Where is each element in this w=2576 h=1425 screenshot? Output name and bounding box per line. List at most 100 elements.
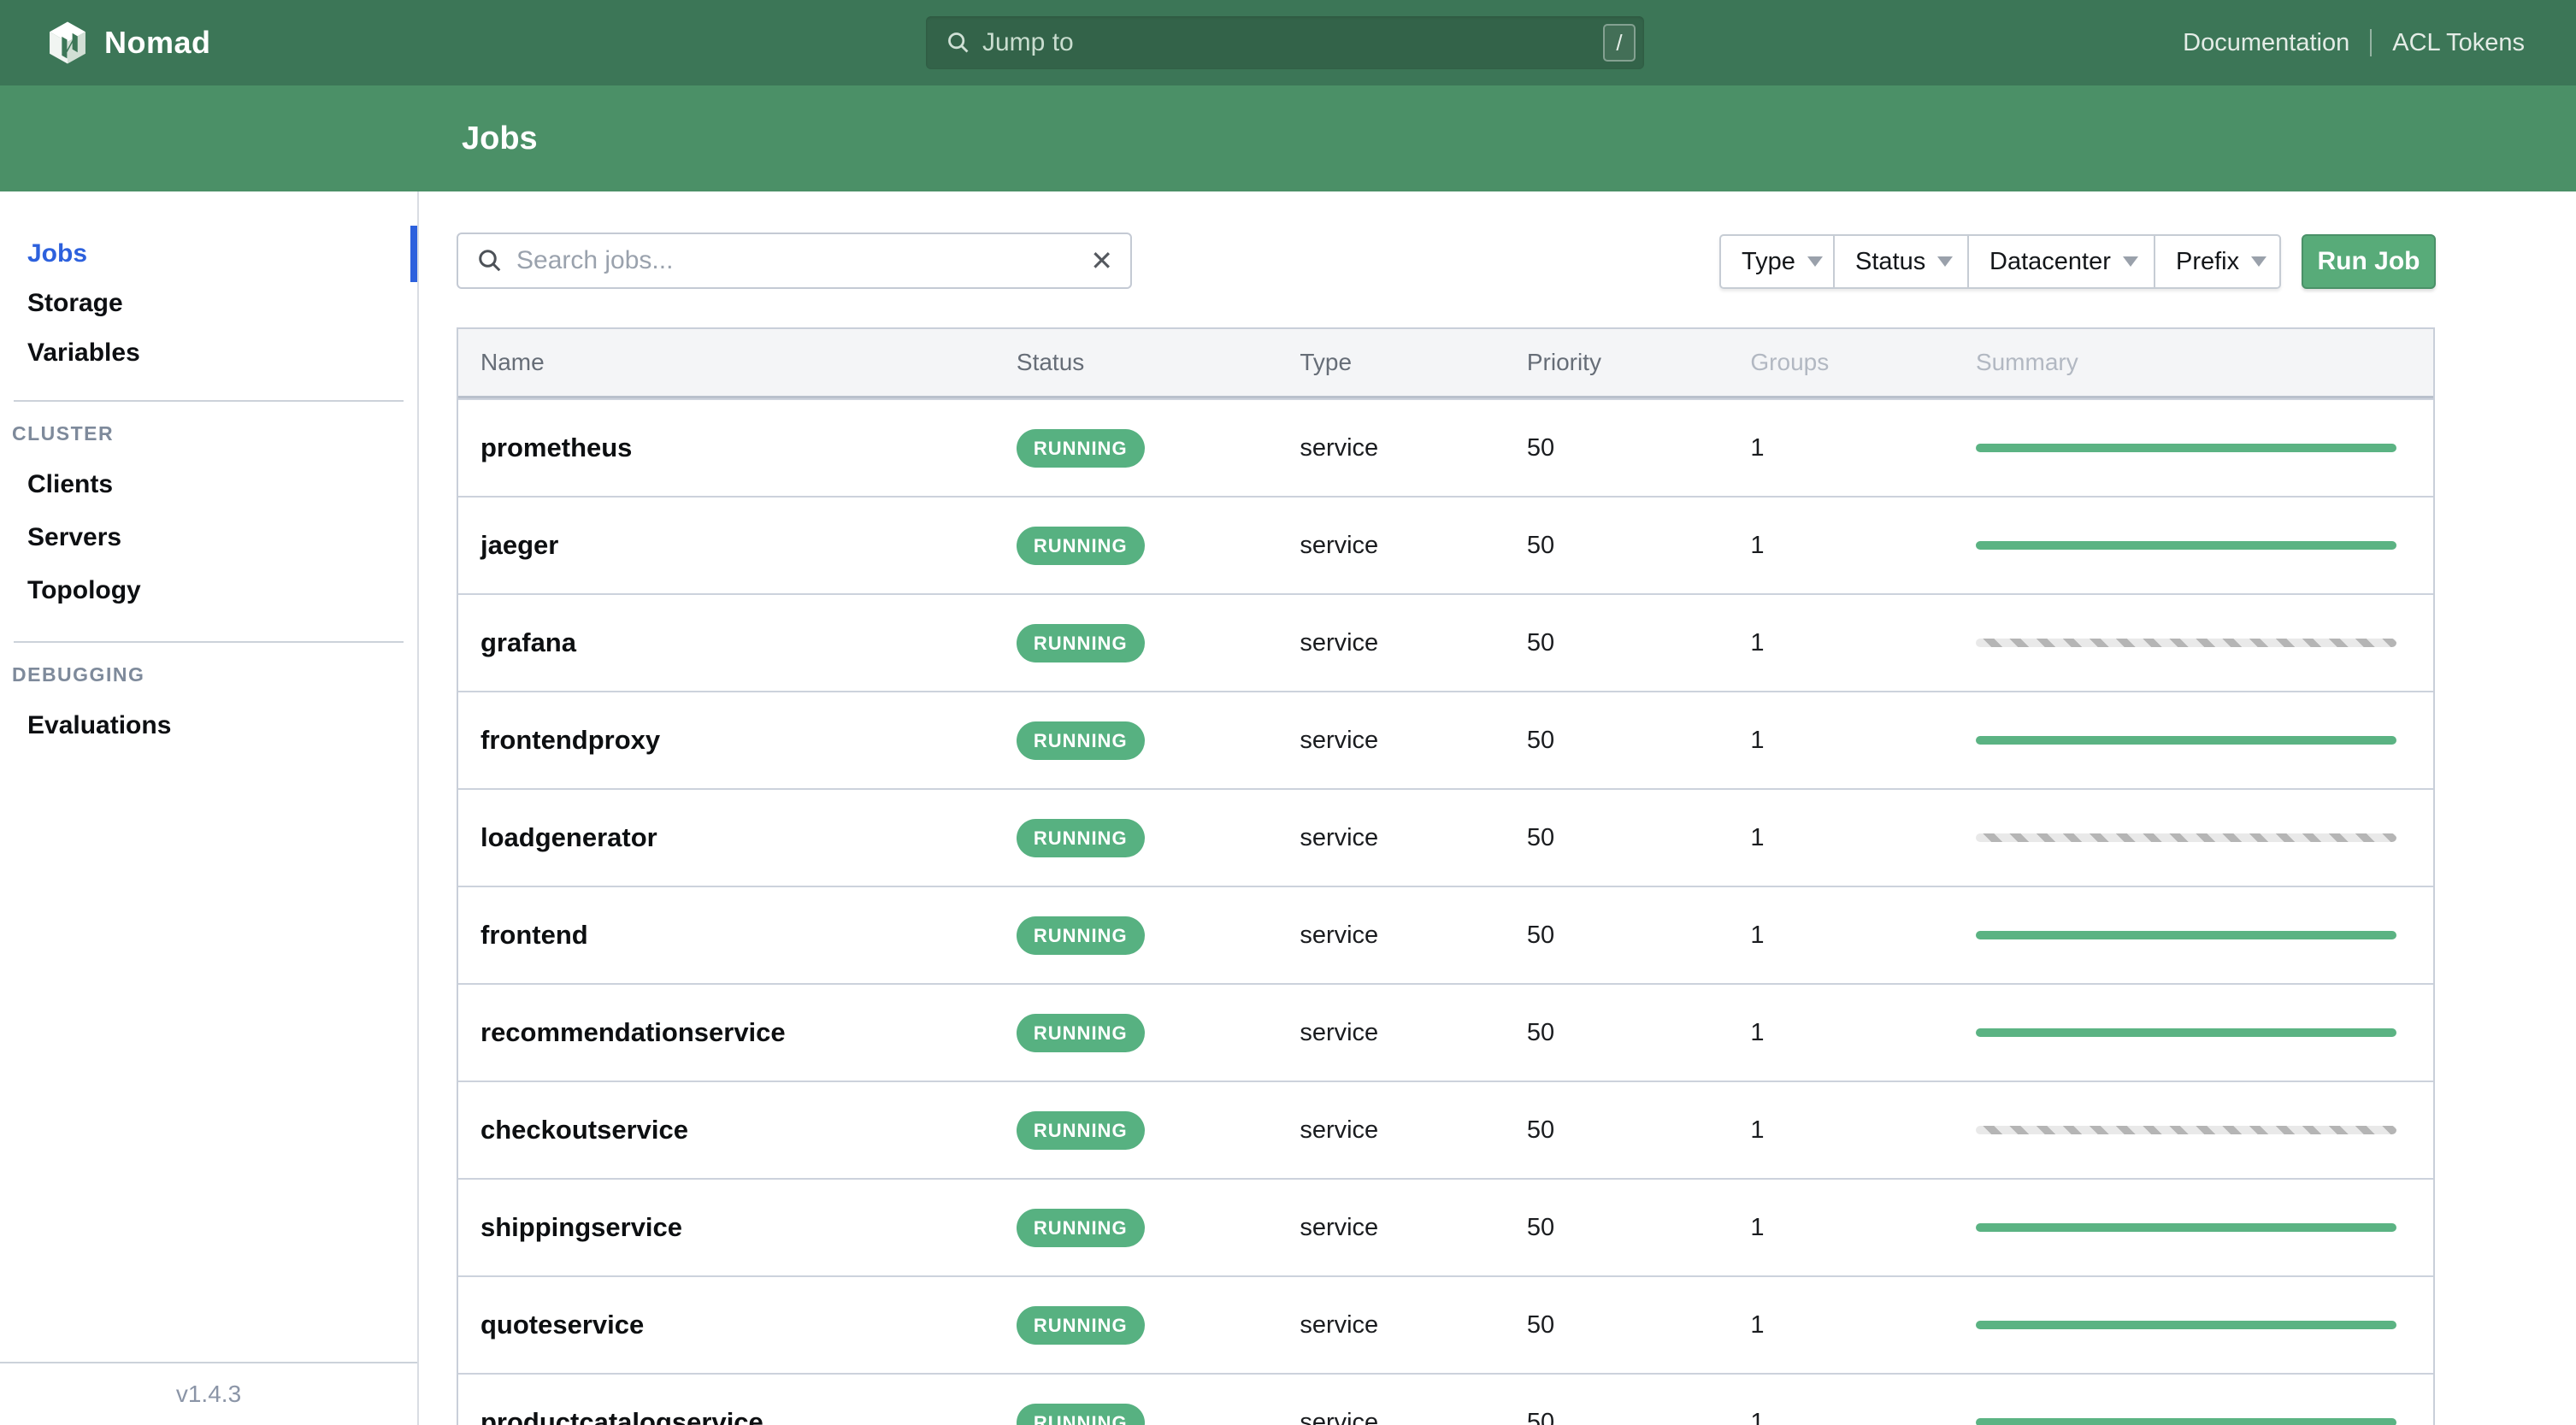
table-row[interactable]: productcatalogservice RUNNING service 50… [458, 1373, 2433, 1425]
allocation-summary-bar [1975, 833, 2396, 842]
table-row[interactable]: grafana RUNNING service 50 1 [458, 593, 2433, 691]
table-row[interactable]: quoteservice RUNNING service 50 1 [458, 1275, 2433, 1373]
job-priority: 50 [1526, 433, 1555, 462]
sidebar-item-jobs[interactable]: Jobs [0, 226, 417, 282]
table-row[interactable]: recommendationservice RUNNING service 50… [458, 983, 2433, 1081]
nav-link-documentation[interactable]: Documentation [2183, 29, 2349, 57]
column-header-summary: Summary [1975, 349, 2078, 375]
allocation-summary-bar [1975, 541, 2396, 550]
job-name-link[interactable]: loadgenerator [480, 822, 657, 852]
allocation-summary-bar [1975, 1126, 2396, 1134]
table-row[interactable]: jaeger RUNNING service 50 1 [458, 496, 2433, 593]
job-groups: 1 [1750, 433, 1765, 462]
job-name-link[interactable]: prometheus [480, 433, 632, 462]
job-groups: 1 [1750, 628, 1765, 657]
sidebar-item-storage[interactable]: Storage [0, 279, 417, 328]
table-row[interactable]: frontendproxy RUNNING service 50 1 [458, 691, 2433, 788]
allocation-summary-bar [1975, 1223, 2396, 1232]
job-priority: 50 [1526, 726, 1555, 754]
job-groups: 1 [1750, 921, 1765, 949]
job-priority: 50 [1526, 823, 1555, 851]
filter-label: Type [1742, 247, 1795, 275]
job-type: service [1300, 433, 1379, 462]
sidebar-item-servers[interactable]: Servers [0, 511, 417, 564]
section-label-debugging: DEBUGGING [12, 662, 145, 686]
sidebar-item-evaluations[interactable]: Evaluations [0, 699, 417, 752]
job-groups: 1 [1750, 1408, 1765, 1425]
main-content: ✕ Type Status Datacenter Prefix Run Job [421, 191, 2576, 1425]
job-groups: 1 [1750, 1018, 1765, 1046]
sidebar-item-label: Topology [27, 576, 141, 604]
table-row[interactable]: shippingservice RUNNING service 50 1 [458, 1178, 2433, 1275]
column-header-type[interactable]: Type [1300, 349, 1527, 376]
column-header-groups: Groups [1750, 349, 1830, 375]
status-badge: RUNNING [1016, 1110, 1145, 1150]
job-type: service [1300, 1018, 1379, 1046]
column-header-priority[interactable]: Priority [1527, 349, 1742, 376]
chevron-down-icon [1807, 256, 1823, 267]
status-badge: RUNNING [1016, 428, 1145, 468]
nav-link-acl-tokens[interactable]: ACL Tokens [2392, 29, 2525, 57]
table-row[interactable]: checkoutservice RUNNING service 50 1 [458, 1081, 2433, 1178]
sidebar-item-label: Storage [27, 289, 123, 317]
allocation-summary-bar [1975, 639, 2396, 647]
version-label: v1.4.3 [0, 1362, 417, 1425]
top-nav-links: Documentation ACL Tokens [2183, 0, 2525, 85]
shortcut-key-badge: / [1603, 24, 1636, 62]
job-groups: 1 [1750, 726, 1765, 754]
sidebar-item-label: Servers [27, 523, 122, 551]
active-indicator [410, 226, 417, 282]
top-navbar: Nomad Jump to / Documentation ACL Tokens [0, 0, 2576, 85]
job-name-link[interactable]: checkoutservice [480, 1115, 688, 1145]
clear-search-button[interactable]: ✕ [1090, 247, 1113, 274]
page-title: Jobs [462, 120, 538, 156]
run-job-button[interactable]: Run Job [2302, 234, 2436, 289]
jobs-table: Name Status Type Priority Groups Summary… [457, 327, 2435, 1425]
job-name-link[interactable]: shippingservice [480, 1212, 682, 1242]
sidebar-item-variables[interactable]: Variables [0, 328, 417, 378]
job-name-link[interactable]: grafana [480, 627, 576, 657]
sidebar: Jobs Storage Variables CLUSTER Clients S… [0, 191, 419, 1425]
filter-label: Status [1855, 247, 1926, 275]
table-row[interactable]: prometheus RUNNING service 50 1 [458, 398, 2433, 496]
sidebar-item-clients[interactable]: Clients [0, 458, 417, 511]
job-priority: 50 [1526, 921, 1555, 949]
table-row[interactable]: loadgenerator RUNNING service 50 1 [458, 788, 2433, 886]
filter-button-prefix[interactable]: Prefix [2155, 234, 2281, 289]
column-header-status[interactable]: Status [1017, 349, 1300, 376]
filter-label: Prefix [2176, 247, 2240, 275]
table-header: Name Status Type Priority Groups Summary [458, 329, 2433, 398]
job-type: service [1300, 726, 1379, 754]
search-icon [479, 250, 501, 272]
filter-button-type[interactable]: Type [1719, 234, 1835, 289]
job-groups: 1 [1750, 823, 1765, 851]
filter-button-status[interactable]: Status [1835, 234, 1969, 289]
jump-to-search[interactable]: Jump to / [926, 16, 1644, 69]
job-type: service [1300, 1408, 1379, 1425]
job-name-link[interactable]: productcatalogservice [480, 1407, 763, 1425]
job-name-link[interactable]: jaeger [480, 530, 558, 560]
job-name-link[interactable]: frontend [480, 920, 588, 950]
job-priority: 50 [1526, 1408, 1555, 1425]
status-badge: RUNNING [1016, 721, 1145, 760]
status-badge: RUNNING [1016, 818, 1145, 857]
allocation-summary-bar [1975, 736, 2396, 745]
job-priority: 50 [1526, 628, 1555, 657]
status-badge: RUNNING [1016, 1305, 1145, 1345]
sidebar-item-label: Variables [27, 339, 140, 367]
sidebar-item-topology[interactable]: Topology [0, 564, 417, 617]
search-input[interactable] [516, 246, 1091, 275]
table-row[interactable]: frontend RUNNING service 50 1 [458, 886, 2433, 983]
brand[interactable]: Nomad [48, 0, 211, 85]
filter-button-datacenter[interactable]: Datacenter [1969, 234, 2155, 289]
chevron-down-icon [2123, 256, 2138, 267]
sidebar-divider [14, 641, 404, 643]
status-badge: RUNNING [1016, 623, 1145, 662]
column-header-name[interactable]: Name [458, 349, 1017, 376]
job-type: service [1300, 628, 1379, 657]
sidebar-item-label: Clients [27, 470, 114, 498]
job-name-link[interactable]: quoteservice [480, 1310, 644, 1340]
job-name-link[interactable]: frontendproxy [480, 725, 660, 755]
job-name-link[interactable]: recommendationservice [480, 1017, 786, 1047]
sidebar-divider [14, 400, 404, 402]
